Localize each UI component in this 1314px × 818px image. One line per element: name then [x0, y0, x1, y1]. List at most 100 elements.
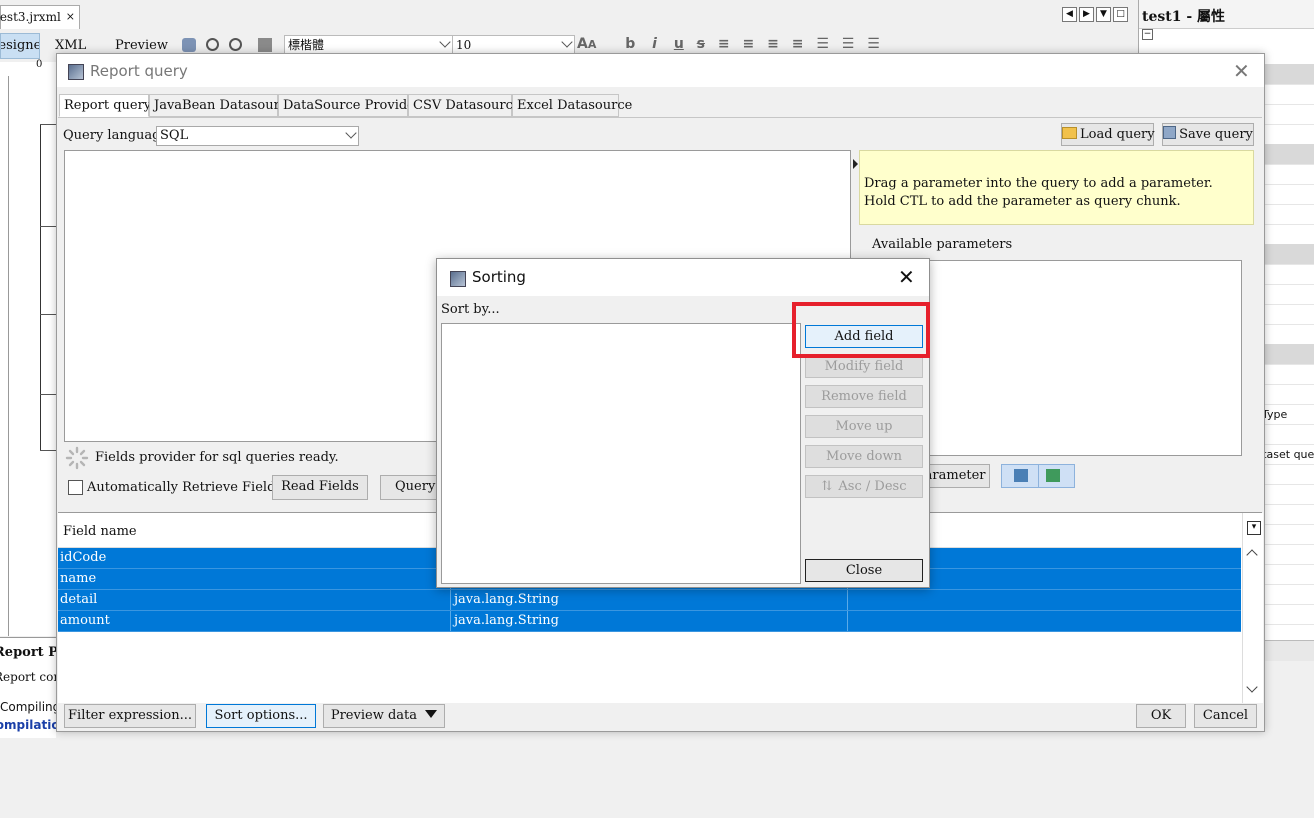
column-divider — [847, 590, 848, 610]
text-format-icons: AA b i u s ≡ ≡ ≡ ≡ ☰ ☰ ☰ — [577, 36, 880, 52]
preview-data-label: Preview data — [330, 708, 418, 723]
zoom-out-icon[interactable] — [229, 38, 242, 51]
canvas-margin-line — [8, 76, 9, 636]
file-tab-close-icon[interactable]: × — [66, 6, 75, 28]
band-left-edge — [40, 124, 41, 450]
zoom-in-icon[interactable] — [206, 38, 219, 51]
available-parameters-label: Available parameters — [872, 237, 1013, 252]
fields-provider-status: Fields provider for sql queries ready. — [95, 450, 339, 465]
font-family-select[interactable]: 標楷體 — [284, 35, 453, 55]
align-justify-icon[interactable]: ≡ — [743, 36, 755, 52]
load-query-button[interactable]: Load query — [1061, 123, 1155, 146]
asc-desc-button[interactable]: ⇅ Asc / Desc — [805, 475, 923, 498]
column-menu-icon[interactable]: ▾ — [1247, 521, 1261, 535]
tab-report-query[interactable]: Report query — [59, 94, 151, 117]
console-label[interactable]: Report console — [0, 670, 56, 684]
valign-bottom-icon[interactable]: ☰ — [867, 36, 880, 52]
chevron-down-icon — [345, 127, 357, 139]
align-right-icon[interactable]: ≡ — [792, 36, 804, 52]
tab-designer[interactable]: Designer — [0, 33, 40, 59]
sort-options-button[interactable]: Sort options... — [206, 704, 316, 728]
move-down-button[interactable]: Move down — [805, 445, 923, 468]
italic-icon[interactable]: i — [652, 36, 657, 52]
tab-xml[interactable]: XML — [55, 38, 86, 53]
file-tab-label: test3.jrxml — [0, 10, 61, 24]
sort-by-label: Sort by... — [441, 302, 500, 317]
parameter-add-icon[interactable] — [1014, 469, 1028, 482]
move-up-button[interactable]: Move up — [805, 415, 923, 438]
query-language-label: Query language — [63, 128, 169, 143]
field-name-header[interactable]: Field name — [63, 524, 137, 539]
column-divider — [847, 611, 848, 631]
align-left-icon[interactable]: ≡ — [718, 36, 730, 52]
report-query-titlebar — [57, 54, 1264, 87]
field-type-cell: java.lang.String — [454, 613, 559, 628]
ruler-zero: 0 — [36, 59, 43, 70]
sorting-title: Sorting — [472, 268, 526, 286]
query-language-select[interactable]: SQL — [156, 126, 359, 146]
close-icon[interactable]: ✕ — [1233, 59, 1250, 83]
tab-csv-datasource[interactable]: CSV Datasource — [408, 94, 521, 117]
dropdown-arrow-icon — [425, 710, 438, 718]
field-name-cell: detail — [60, 592, 98, 607]
align-center-icon[interactable]: ≡ — [767, 36, 779, 52]
chevron-down-icon — [439, 36, 451, 48]
maximize-icon[interactable]: □ — [1113, 7, 1128, 22]
load-query-label: Load query — [1080, 127, 1155, 142]
save-query-button[interactable]: Save query — [1162, 123, 1254, 146]
highlight-box — [792, 302, 930, 358]
splitter-arrow-icon[interactable] — [853, 159, 858, 169]
tab-preview[interactable]: Preview — [115, 38, 168, 53]
decrease-font-icon[interactable]: A — [588, 38, 597, 51]
table-scrollbar[interactable] — [1242, 513, 1263, 703]
tab-excel-datasource[interactable]: Excel Datasource — [512, 94, 632, 117]
compiling-text: Compiling — [0, 700, 56, 714]
auto-retrieve-checkbox[interactable] — [68, 480, 83, 495]
chevron-down-icon — [561, 36, 573, 48]
preview-data-button[interactable]: Preview data — [323, 704, 445, 728]
paste-icon[interactable] — [258, 38, 272, 52]
column-divider — [450, 611, 451, 631]
strikethrough-icon[interactable]: s — [697, 36, 705, 52]
left-arrow-icon[interactable]: ◀ — [1062, 7, 1077, 22]
property-type-label: Type — [1262, 408, 1288, 421]
tab-javabean-datasource[interactable]: JavaBean Datasource — [149, 94, 295, 117]
ruler: 0 — [0, 59, 56, 77]
increase-font-icon[interactable]: A — [577, 36, 588, 52]
property-dataset-query-label: Dataset query — [1262, 448, 1314, 461]
valign-top-icon[interactable]: ☰ — [816, 36, 829, 52]
swap-icon: ⇅ — [821, 479, 833, 494]
read-fields-button[interactable]: Read Fields — [272, 475, 368, 500]
parameter-refresh-icon[interactable] — [1046, 469, 1060, 482]
font-size-select[interactable]: 10 — [452, 35, 575, 55]
ok-button[interactable]: OK — [1136, 704, 1186, 728]
valign-middle-icon[interactable]: ☰ — [842, 36, 855, 52]
asc-desc-label: Asc / Desc — [838, 479, 907, 494]
parameter-hint: Drag a parameter into the query to add a… — [859, 150, 1254, 225]
table-row[interactable]: detail java.lang.String — [58, 590, 1241, 611]
cancel-button[interactable]: Cancel — [1194, 704, 1257, 728]
band-divider — [40, 314, 56, 315]
file-tab[interactable]: test3.jrxml × — [0, 5, 80, 29]
query-designer-button[interactable]: Query designer — [380, 475, 440, 500]
bold-icon[interactable]: b — [625, 36, 635, 52]
report-query-title: Report query — [90, 62, 188, 80]
editor-tab-bar — [0, 0, 1136, 28]
close-button[interactable]: Close — [805, 559, 923, 582]
table-row[interactable]: amount java.lang.String — [58, 611, 1241, 632]
dropdown-icon[interactable]: ▼ — [1096, 7, 1111, 22]
right-arrow-icon[interactable]: ▶ — [1079, 7, 1094, 22]
sort-fields-list[interactable] — [441, 323, 801, 584]
side-panel-tab[interactable] — [1264, 640, 1314, 661]
underline-icon[interactable]: u — [674, 36, 684, 52]
database-icon[interactable] — [182, 38, 196, 52]
tab-datasource-provider[interactable]: DataSource Provider — [278, 94, 421, 117]
collapse-icon[interactable]: − — [1142, 29, 1153, 40]
auto-retrieve-label: Automatically Retrieve Fields — [87, 480, 283, 495]
band-divider — [40, 450, 56, 451]
modify-field-button[interactable]: Modify field — [805, 355, 923, 378]
filter-expression-button[interactable]: Filter expression... — [64, 704, 196, 728]
close-icon[interactable]: ✕ — [898, 265, 915, 289]
tab-designer-label: Designer — [1, 38, 39, 53]
remove-field-button[interactable]: Remove field — [805, 385, 923, 408]
